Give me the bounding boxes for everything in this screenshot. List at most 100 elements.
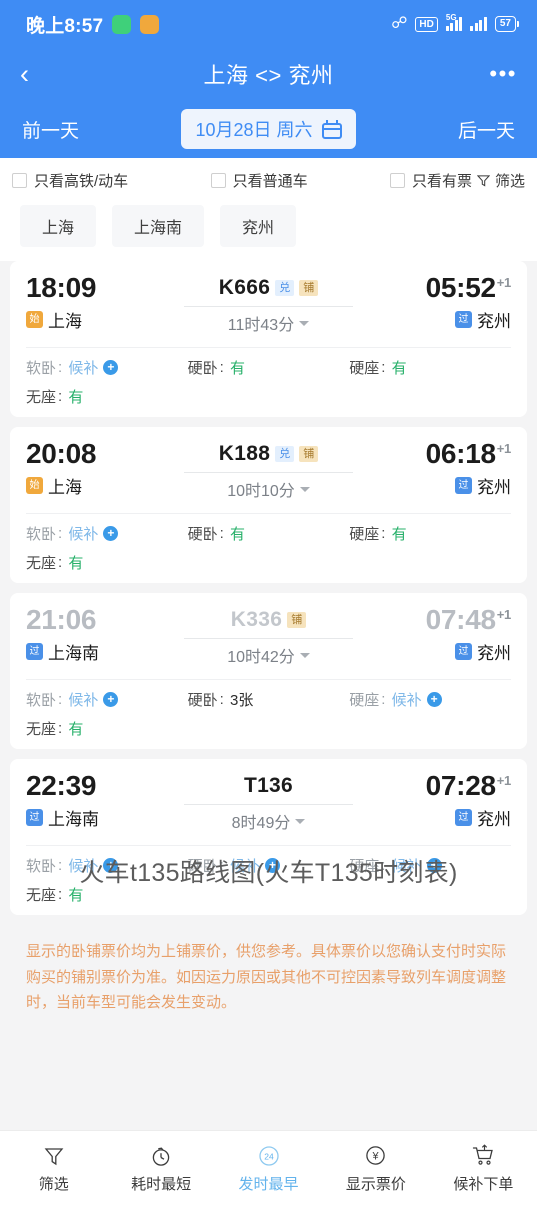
train-number-row: K666 兑铺	[166, 276, 371, 300]
card-divider	[26, 679, 511, 680]
duration-toggle[interactable]: 10时42分	[166, 643, 371, 667]
bottom-item-label: 显示票价	[345, 1175, 406, 1193]
checkbox-box[interactable]	[210, 173, 226, 188]
seat-colon: :	[58, 359, 67, 376]
seat-colon: :	[58, 720, 67, 737]
seat-item[interactable]: 硬卧: 候补 +	[188, 855, 350, 876]
prev-day-button[interactable]: 前一天	[14, 116, 87, 143]
train-number-row: T136	[166, 774, 371, 798]
seat-value: 有	[68, 555, 84, 572]
bottom-item-waitlist-order[interactable]: 候补下单	[430, 1144, 537, 1194]
bottom-item-filter[interactable]: 筛选	[0, 1144, 107, 1194]
duration-toggle[interactable]: 11时43分	[166, 311, 371, 335]
seat-label: 软卧	[26, 692, 57, 709]
seat-item[interactable]: 硬座: 候补 +	[349, 689, 511, 710]
waitlist-add-icon[interactable]: +	[103, 360, 119, 375]
arrival-station-name: 兖州	[477, 478, 511, 498]
bottom-item-label: 筛选	[38, 1175, 69, 1193]
waitlist-add-icon[interactable]: +	[426, 692, 442, 707]
bottom-item-label: 发时最早	[238, 1175, 299, 1193]
card-divider	[26, 513, 511, 514]
back-icon[interactable]: ‹	[20, 60, 66, 88]
date-picker-button[interactable]: 10月28日 周六	[181, 109, 356, 149]
price-notice: 显示的卧铺票价均为上铺票价，供您参考。具体票价以您确认支付时实际购买的铺别票价为…	[26, 943, 507, 1011]
station-tab-1[interactable]: 上海南	[112, 205, 205, 247]
seat-item[interactable]: 硬座: 有	[349, 357, 511, 378]
status-bar-right: ☍ HD 5G 57	[391, 13, 519, 32]
seat-list: 软卧: 候补 + 硬卧: 候补 + 硬座: 候补 + 无座: 有	[26, 855, 511, 905]
seat-item[interactable]: 无座: 有	[26, 884, 188, 905]
seat-colon: :	[58, 525, 67, 542]
train-card[interactable]: 21:06 过上海南 K336 铺 10时42分 07:48+1 过兖州 软卧: 候补 + 硬卧:…	[10, 593, 527, 749]
seat-item[interactable]: 软卧: 候补 +	[26, 689, 188, 710]
hd-icon: HD	[415, 16, 438, 32]
waitlist-add-icon[interactable]: +	[265, 858, 281, 873]
waitlist-add-icon[interactable]: +	[426, 858, 442, 873]
checkbox-highspeed[interactable]: 只看高铁/动车	[12, 170, 128, 191]
bottom-item-earliest[interactable]: 24 发时最早	[215, 1144, 322, 1194]
train-list[interactable]: 18:09 始上海 K666 兑铺 11时43分 05:52+1 过兖州 软卧: 候补 + 硬卧:…	[0, 261, 537, 1130]
seat-item[interactable]: 无座: 有	[26, 386, 188, 407]
train-badge: 铺	[287, 611, 307, 629]
train-divider	[184, 638, 353, 639]
train-card[interactable]: 20:08 始上海 K188 兑铺 10时10分 06:18+1 过兖州 软卧: 候补 + 硬卧:…	[10, 427, 527, 583]
seat-label: 无座	[26, 389, 57, 406]
seat-value: 有	[68, 389, 84, 406]
seat-item[interactable]: 软卧: 候补 +	[26, 523, 188, 544]
train-badge: 兑	[275, 279, 295, 297]
filter-button[interactable]: 筛选	[476, 170, 525, 191]
seat-item[interactable]: 硬座: 有	[349, 523, 511, 544]
waitlist-add-icon[interactable]: +	[103, 526, 119, 541]
seat-list: 软卧: 候补 + 硬卧: 有硬座: 有无座: 有	[26, 523, 511, 573]
seat-label: 软卧	[26, 526, 57, 543]
seat-colon: :	[381, 691, 390, 708]
station-tab-2[interactable]: 兖州	[220, 205, 297, 247]
train-number: K188	[218, 442, 271, 465]
next-day-button[interactable]: 后一天	[450, 116, 523, 143]
duration-toggle[interactable]: 8时49分	[166, 809, 371, 833]
train-number-row: K188 兑铺	[166, 442, 371, 466]
train-divider	[184, 472, 353, 473]
nav-bar: ‹ 上海 <> 兖州 •••	[0, 48, 537, 100]
checkbox-box[interactable]	[12, 173, 27, 188]
seat-item[interactable]: 硬座: 候补 +	[349, 855, 511, 876]
more-options-icon[interactable]: •••	[471, 63, 517, 85]
checkbox-box[interactable]	[389, 173, 405, 188]
duration-label: 11时43分	[227, 317, 295, 334]
waitlist-add-icon[interactable]: +	[103, 692, 119, 707]
arrival-time: 07:28+1	[371, 771, 512, 800]
seat-value: 候补	[68, 526, 99, 543]
chevron-down-icon	[299, 486, 310, 492]
seat-item[interactable]: 软卧: 候补 +	[26, 855, 188, 876]
seat-value: 候补	[68, 360, 99, 377]
seat-item[interactable]: 硬卧: 有	[188, 357, 350, 378]
checkbox-hastickets[interactable]: 只看有票	[389, 170, 472, 191]
seat-value: 有	[230, 526, 246, 543]
arrival-time-value: 05:52	[425, 272, 496, 303]
arrival-time: 06:18+1	[371, 439, 512, 468]
bottom-item-shortest[interactable]: 耗时最短	[107, 1144, 214, 1194]
seat-value: 候补	[391, 858, 422, 875]
seat-value: 候补	[391, 692, 422, 709]
bottom-item-price[interactable]: ¥ 显示票价	[322, 1144, 429, 1194]
station-tab-0[interactable]: 上海	[20, 205, 97, 247]
bluetooth-icon: ☍	[391, 15, 408, 32]
seat-item[interactable]: 无座: 有	[26, 718, 188, 739]
seat-colon: :	[219, 857, 228, 874]
seat-item[interactable]: 硬卧: 有	[188, 523, 350, 544]
seat-colon: :	[58, 691, 67, 708]
card-divider	[26, 347, 511, 348]
bottom-item-label: 候补下单	[453, 1175, 514, 1193]
train-divider	[184, 306, 353, 307]
train-badge: 铺	[299, 279, 319, 297]
waitlist-add-icon[interactable]: +	[103, 858, 119, 873]
seat-item[interactable]: 无座: 有	[26, 552, 188, 573]
train-card[interactable]: 22:39 过上海南 T136 8时49分 07:28+1 过兖州 软卧: 候补 + 硬卧: 候…	[10, 759, 527, 915]
seat-item[interactable]: 硬卧: 3张	[188, 689, 350, 710]
seat-item[interactable]: 软卧: 候补 +	[26, 357, 188, 378]
train-card-top: 20:08 始上海 K188 兑铺 10时10分 06:18+1 过兖州	[26, 439, 511, 501]
checkbox-normal[interactable]: 只看普通车	[210, 170, 308, 191]
duration-toggle[interactable]: 10时10分	[166, 477, 371, 501]
train-card[interactable]: 18:09 始上海 K666 兑铺 11时43分 05:52+1 过兖州 软卧: 候补 + 硬卧:…	[10, 261, 527, 417]
departure-station-name: 上海南	[48, 644, 99, 664]
